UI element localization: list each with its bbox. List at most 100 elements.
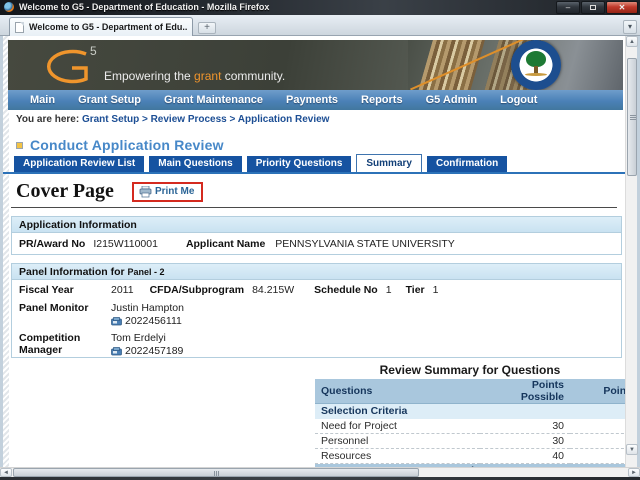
breadcrumb-prefix: You are here:	[16, 114, 82, 125]
schedule-no-label: Schedule No	[314, 284, 378, 296]
bullet-square-icon	[16, 142, 23, 149]
cfda-label: CFDA/Subprogram	[150, 284, 245, 296]
col-points-scored: Points Scored	[570, 379, 625, 404]
review-summary-table: Questions Points Possible Points Scored …	[315, 379, 625, 468]
row-score	[570, 419, 625, 434]
cfda-value: 84.215W	[252, 284, 294, 296]
dept-of-education-seal	[511, 40, 561, 90]
main-navbar: Main Grant Setup Grant Maintenance Payme…	[8, 90, 623, 110]
scroll-left-arrow[interactable]: ◄	[0, 468, 12, 477]
tier-label: Tier	[406, 284, 425, 296]
page-icon	[15, 22, 24, 33]
g5-banner: 5 Empowering the grant community.	[8, 40, 623, 90]
browser-tab[interactable]: Welcome to G5 - Department of Edu...	[9, 17, 193, 36]
row-label: Resources	[315, 449, 480, 464]
row-points: 30	[480, 434, 570, 449]
logo-5-text: 5	[90, 44, 97, 58]
tier-value: 1	[433, 284, 439, 296]
scroll-right-arrow[interactable]: ►	[628, 468, 640, 477]
banner-tagline: Empowering the grant community.	[104, 69, 285, 83]
row-label: Personnel	[315, 434, 480, 449]
maximize-button[interactable]	[581, 1, 605, 14]
application-information-panel: Application Information PR/Award No I215…	[11, 216, 622, 255]
minimize-button[interactable]: –	[556, 1, 580, 14]
scroll-down-arrow[interactable]: ▼	[626, 444, 638, 455]
vertical-scrollbar[interactable]: ▲ ▼	[625, 36, 637, 467]
summary-header-row: Questions Points Possible Points Scored	[315, 379, 625, 404]
fiscal-year-value: 2011	[111, 284, 134, 296]
panel-monitor-name: Justin Hampton	[111, 302, 184, 314]
competition-manager-phone: 2022457189	[125, 345, 183, 357]
review-tabbar: Application Review List Main Questions P…	[3, 156, 625, 174]
panel-information-panel: Panel Information for Panel - 2 Fiscal Y…	[11, 263, 622, 358]
close-button[interactable]: ✕	[606, 1, 638, 14]
nav-g5-admin[interactable]: G5 Admin	[426, 94, 478, 106]
browser-tab-title: Welcome to G5 - Department of Edu...	[29, 22, 187, 32]
horizontal-scrollbar[interactable]: ◄ ►	[0, 467, 640, 477]
cover-page-title: Cover Page	[16, 180, 114, 203]
applicant-name-label: Applicant Name	[186, 238, 265, 250]
nav-grant-maintenance[interactable]: Grant Maintenance	[164, 94, 263, 106]
breadcrumb: You are here: Grant Setup > Review Proce…	[16, 114, 329, 125]
page-viewport: 5 Empowering the grant community. Main G…	[3, 36, 625, 468]
phone-icon	[111, 347, 122, 356]
competition-manager-label: Competition Manager	[19, 332, 111, 357]
panel-monitor-label: Panel Monitor	[19, 302, 111, 327]
nav-grant-setup[interactable]: Grant Setup	[78, 94, 141, 106]
tagline-pre: Empowering the	[104, 69, 194, 83]
scroll-up-arrow[interactable]: ▲	[626, 36, 638, 47]
panel-monitor-phone: 2022456111	[125, 315, 182, 327]
col-questions: Questions	[315, 379, 480, 404]
applicant-name-value: PENNSYLVANIA STATE UNIVERSITY	[275, 238, 455, 250]
thumb-grip	[216, 471, 217, 476]
row-points: 30	[480, 419, 570, 434]
print-me-button[interactable]: Print Me	[132, 182, 203, 202]
competition-manager-name: Tom Erdelyi	[111, 332, 166, 344]
window-titlebar[interactable]: Welcome to G5 - Department of Education …	[0, 0, 640, 15]
schedule-no-value: 1	[386, 284, 392, 296]
vertical-scrollbar-thumb[interactable]	[627, 58, 637, 176]
tab-priority-questions[interactable]: Priority Questions	[247, 156, 352, 172]
divider-rule	[11, 207, 617, 208]
table-row: Need for Project 30	[315, 419, 625, 434]
tab-main-questions[interactable]: Main Questions	[149, 156, 241, 172]
tab-confirmation[interactable]: Confirmation	[427, 156, 507, 172]
pr-award-value: I215W110001	[93, 238, 158, 250]
g5-logo: 5	[30, 43, 108, 89]
breadcrumb-path[interactable]: Grant Setup > Review Process > Applicati…	[82, 114, 330, 125]
phone-icon	[111, 317, 122, 326]
new-tab-button[interactable]: +	[198, 22, 216, 34]
pr-award-label: PR/Award No	[19, 238, 85, 250]
application-information-header: Application Information	[12, 217, 621, 233]
tab-summary[interactable]: Summary	[356, 154, 422, 172]
col-points-possible: Points Possible	[480, 379, 570, 404]
page-title: Conduct Application Review	[30, 137, 224, 153]
row-score	[570, 449, 625, 464]
table-row: Resources 40	[315, 449, 625, 464]
window-title: Welcome to G5 - Department of Education …	[19, 1, 269, 14]
print-me-label: Print Me	[155, 186, 194, 197]
firefox-icon	[4, 2, 14, 12]
printer-icon	[139, 186, 152, 198]
browser-tabstrip: Welcome to G5 - Department of Edu... + ▾	[0, 15, 640, 36]
tagline-accent: grant	[194, 69, 221, 83]
horizontal-scrollbar-thumb[interactable]	[13, 468, 419, 477]
nav-logout[interactable]: Logout	[500, 94, 537, 106]
thumb-grip	[630, 117, 636, 118]
section-row: Selection Criteria	[315, 404, 625, 419]
fiscal-year-label: Fiscal Year	[19, 284, 111, 296]
table-row: Personnel 30	[315, 434, 625, 449]
seal-tree-icon	[526, 51, 546, 67]
summary-table-title: Review Summary for Questions	[315, 363, 625, 377]
close-icon: ✕	[619, 3, 626, 12]
nav-payments[interactable]: Payments	[286, 94, 338, 106]
tab-application-review-list[interactable]: Application Review List	[14, 156, 144, 172]
review-summary-section: Review Summary for Questions Questions P…	[315, 363, 625, 468]
tagline-post: community.	[221, 69, 285, 83]
panel-header-text: Panel Information for	[19, 266, 128, 278]
list-tabs-button[interactable]: ▾	[623, 20, 637, 34]
nav-reports[interactable]: Reports	[361, 94, 403, 106]
nav-main[interactable]: Main	[30, 94, 55, 106]
row-points: 40	[480, 449, 570, 464]
panel-number: Panel - 2	[128, 267, 165, 277]
